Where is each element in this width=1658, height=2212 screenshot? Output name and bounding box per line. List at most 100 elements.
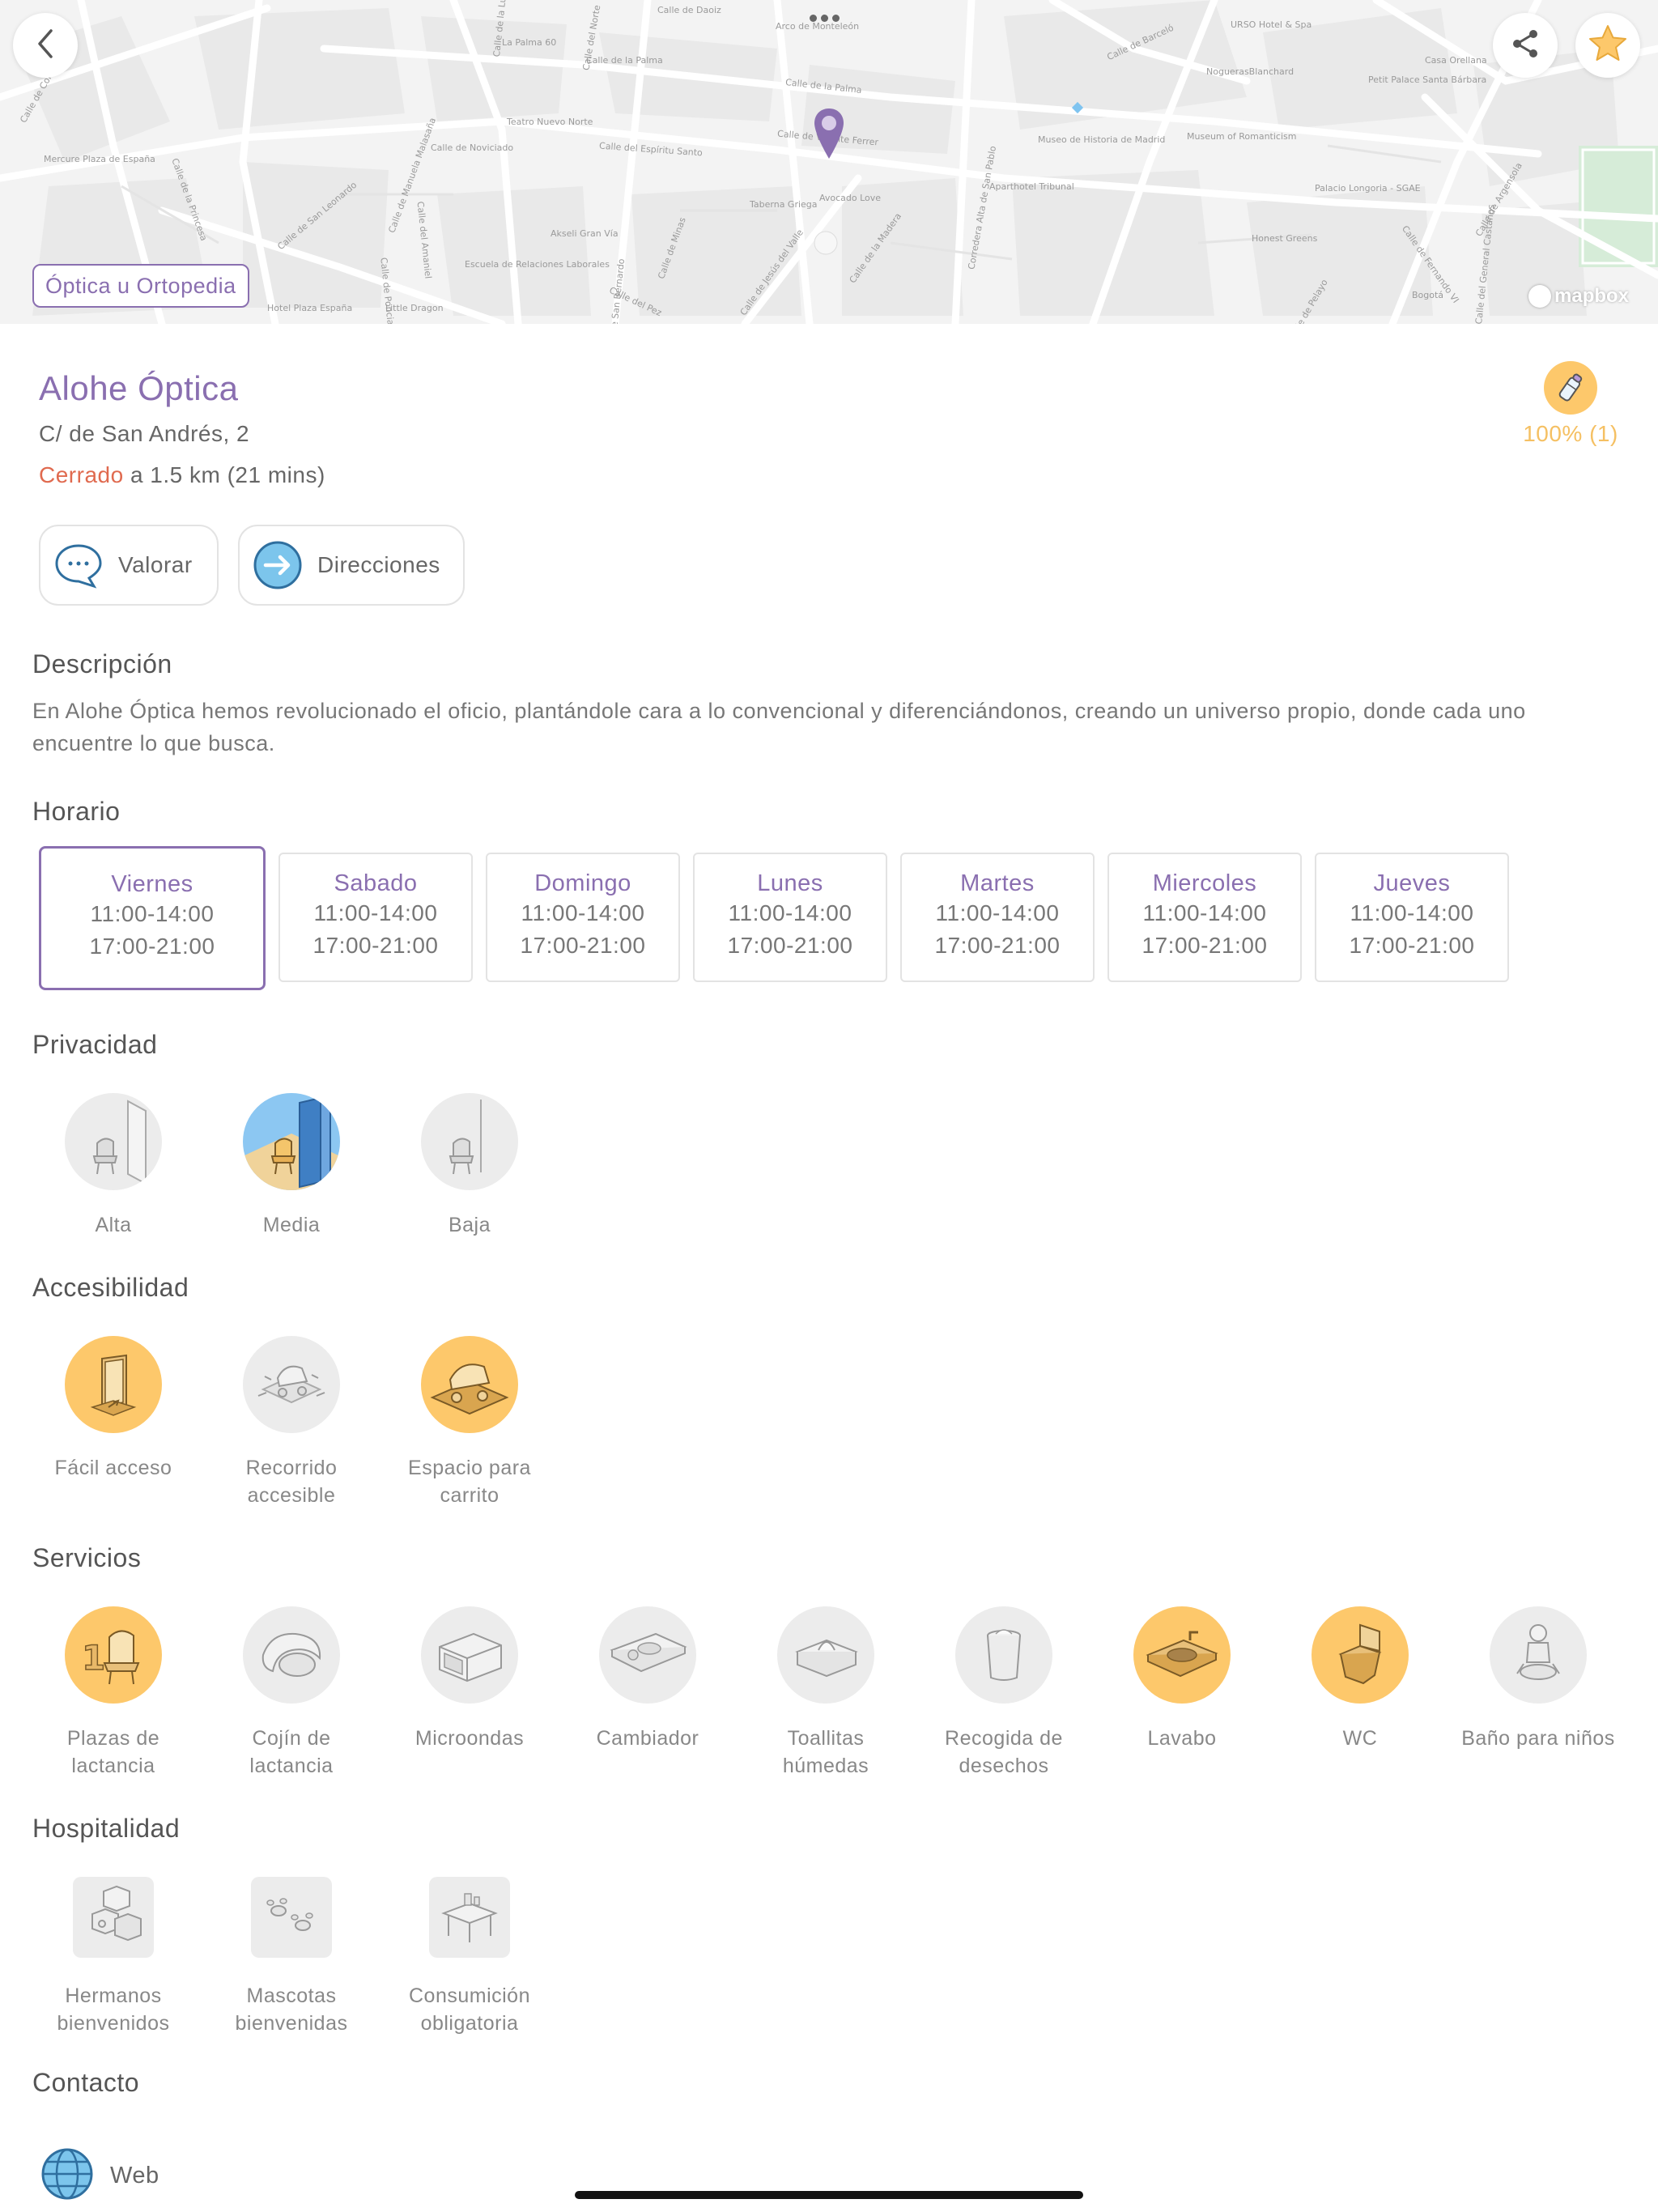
hospitality-label: Consumición obligatoria	[389, 1982, 551, 2037]
label-line-2: carrito	[440, 1484, 500, 1507]
label-line-1: Consumición	[408, 1984, 530, 2007]
map-street-label: Museum of Romanticism	[1187, 131, 1297, 142]
label-line-2: accesible	[247, 1484, 336, 1507]
contact-web-link[interactable]: Web	[40, 2147, 159, 2205]
toy-blocks-icon	[73, 1877, 154, 1958]
stroller-route-icon	[243, 1336, 340, 1433]
day-name: Martes	[960, 870, 1035, 896]
service-label: Cambiador	[567, 1725, 729, 1752]
favorite-button[interactable]	[1575, 13, 1640, 78]
day-card-martes[interactable]: Martes 11:00-14:00 17:00-21:00	[900, 853, 1095, 982]
label-line-1: Recorrido	[245, 1457, 338, 1479]
map-street-label: Palacio Longoria - SGAE	[1315, 183, 1421, 194]
label-line-2: lactancia	[71, 1755, 155, 1777]
nursing-pillow-icon	[243, 1606, 340, 1704]
accessibility-title: Accesibilidad	[32, 1273, 189, 1302]
service-label: Toallitas húmedas	[745, 1725, 907, 1780]
day-name: Viernes	[111, 871, 193, 897]
service-item-wipes: Toallitas húmedas	[745, 1606, 907, 1780]
service-label: Cojín de lactancia	[210, 1725, 372, 1780]
service-label: Lavabo	[1101, 1725, 1263, 1752]
category-tag: Óptica u Ortopedia	[32, 264, 249, 308]
map-pin-icon[interactable]	[813, 107, 845, 166]
place-name: Alohe Óptica	[39, 369, 239, 407]
label-line-1: Baño para niños	[1461, 1727, 1615, 1750]
day-hours-evening: 17:00-21:00	[312, 933, 439, 958]
hospitality-label: Hermanos bienvenidos	[32, 1982, 194, 2037]
day-hours-morning: 11:00-14:00	[935, 900, 1060, 925]
hospitality-item-pets: Mascotas bienvenidas	[210, 1877, 372, 2037]
map-view[interactable]: Calle de Daoiz Arco de Monteleón Calle d…	[0, 0, 1658, 324]
day-hours-evening: 17:00-21:00	[1141, 933, 1268, 958]
day-card-sabado[interactable]: Sabado 11:00-14:00 17:00-21:00	[278, 853, 473, 982]
day-hours-evening: 17:00-21:00	[520, 933, 646, 958]
rate-button[interactable]: Valorar	[39, 525, 219, 606]
day-name: Sabado	[334, 870, 418, 896]
schedule-title: Horario	[32, 797, 121, 826]
day-hours-morning: 11:00-14:00	[313, 900, 438, 925]
day-card-jueves[interactable]: Jueves 11:00-14:00 17:00-21:00	[1315, 853, 1509, 982]
hospitality-item-mandatory-consumption: Consumición obligatoria	[389, 1877, 551, 2037]
service-label: Baño para niños	[1457, 1725, 1619, 1752]
table-icon	[429, 1877, 510, 1958]
privacy-label: Media	[262, 1214, 321, 1236]
map-street-label: Taberna Griega	[750, 199, 818, 210]
service-item-waste: Recogida de desechos	[923, 1606, 1085, 1780]
day-hours-morning: 11:00-14:00	[1350, 900, 1474, 925]
open-status: Cerrado	[39, 462, 124, 487]
accessibility-item-easy-access: Fácil acceso	[32, 1336, 194, 1482]
map-street-label: La Palma 60	[502, 37, 557, 48]
description-title: Descripción	[32, 649, 172, 678]
day-card-domingo[interactable]: Domingo 11:00-14:00 17:00-21:00	[486, 853, 680, 982]
service-item-nursing-seats: 1 Plazas de lactancia	[32, 1606, 194, 1780]
label-line-1: Lavabo	[1147, 1727, 1217, 1750]
accessibility-label: Recorrido accesible	[210, 1454, 372, 1509]
nursing-chair-icon: 1	[65, 1606, 162, 1704]
day-hours-morning: 11:00-14:00	[90, 901, 215, 926]
contact-title: Contacto	[32, 2068, 140, 2097]
label-line-1: WC	[1342, 1727, 1378, 1750]
kids-potty-icon	[1490, 1606, 1587, 1704]
mapbox-attribution-text: mapbox	[1554, 285, 1630, 307]
service-label: WC	[1279, 1725, 1441, 1752]
map-street-label: Honest Greens	[1252, 233, 1318, 244]
mapbox-attribution[interactable]: mapbox	[1528, 285, 1629, 308]
day-card-miercoles[interactable]: Miercoles 11:00-14:00 17:00-21:00	[1107, 853, 1302, 982]
accessibility-item-stroller-space: Espacio para carrito	[389, 1336, 551, 1509]
back-button[interactable]	[13, 13, 78, 78]
privacy-label: Alta	[95, 1214, 132, 1236]
map-street-label: Casa Orellana	[1425, 55, 1487, 66]
day-hours-morning: 11:00-14:00	[521, 900, 645, 925]
map-street-label: Avocado Love	[819, 193, 882, 203]
service-item-kids-bathroom: Baño para niños	[1457, 1606, 1619, 1752]
service-item-sink: Lavabo	[1101, 1606, 1263, 1752]
label-line-1: Toallitas	[787, 1727, 865, 1750]
day-card-viernes[interactable]: Viernes 11:00-14:00 17:00-21:00	[39, 846, 266, 990]
day-hours-morning: 11:00-14:00	[1142, 900, 1267, 925]
directions-button-label: Direcciones	[317, 552, 440, 577]
label-line-1: Cojín de	[252, 1727, 331, 1750]
rate-button-label: Valorar	[118, 552, 193, 577]
place-status: Cerrado a 1.5 km (21 mins)	[39, 462, 325, 488]
map-street-label: Calle de Daoiz	[657, 5, 721, 15]
contact-web-label: Web	[110, 2163, 159, 2189]
label-line-1: Recogida de	[945, 1727, 1063, 1750]
directions-button[interactable]: Direcciones	[238, 525, 465, 606]
privacy-medium-icon	[243, 1093, 340, 1190]
label-line-1: Fácil acceso	[54, 1457, 172, 1479]
privacy-low-icon	[421, 1093, 518, 1190]
day-card-lunes[interactable]: Lunes 11:00-14:00 17:00-21:00	[693, 853, 887, 982]
map-street-label: Arco de Monteleón	[776, 21, 860, 32]
svg-text:1: 1	[82, 1638, 105, 1678]
map-street-label: Calle de la Palma	[586, 55, 663, 66]
star-icon	[1587, 23, 1629, 69]
share-button[interactable]	[1493, 13, 1558, 78]
home-indicator[interactable]	[575, 2191, 1083, 2199]
hospitality-title: Hospitalidad	[32, 1814, 181, 1843]
rating-summary[interactable]: 100% (1)	[1514, 361, 1627, 447]
rating-value: 100% (1)	[1523, 421, 1618, 446]
map-street-label: Petit Palace Santa Bárbara	[1368, 74, 1487, 85]
map-street-label: Teatro Nuevo Norte	[507, 117, 593, 127]
label-line-2: bienvenidas	[235, 2012, 348, 2035]
drag-handle-dots-icon[interactable]	[810, 15, 840, 22]
